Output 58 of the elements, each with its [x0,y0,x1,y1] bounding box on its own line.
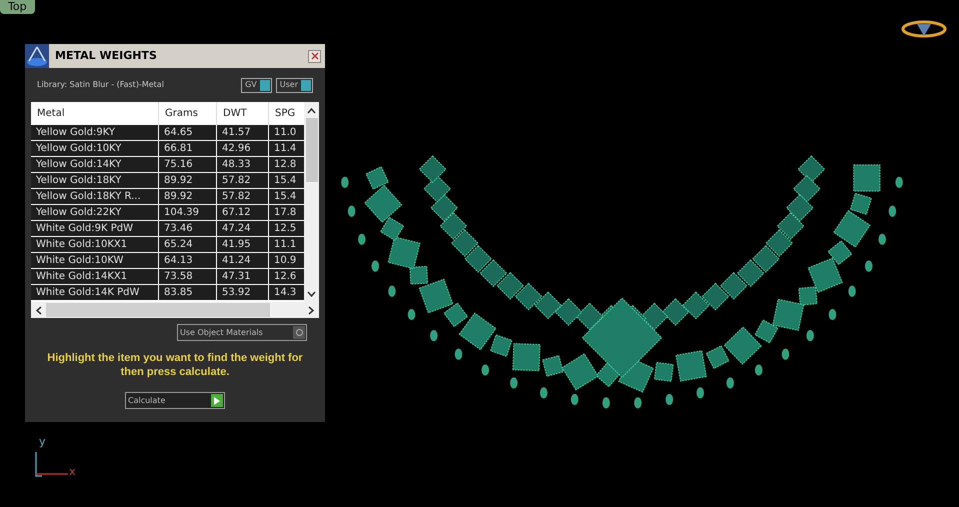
table-cell: 73.46 [159,221,217,236]
library-label: Library: Satin Blur - (Fast)-Metal [37,79,165,91]
table-cell: 83.85 [159,285,217,300]
table-cell: 57.82 [217,173,269,188]
table-cell: 48.33 [217,157,269,172]
table-cell: 66.81 [159,141,217,156]
table-cell: White Gold:14K PdW [31,285,159,300]
table-cell: 64.65 [159,125,217,140]
table-cell: 47.24 [217,221,269,236]
scroll-right-icon [308,306,315,314]
table-cell: 53.92 [217,285,269,300]
axis-x-label: x [69,466,76,477]
gizmo-icon [900,18,948,40]
table-cell: 104.39 [159,205,217,220]
viewport-label[interactable]: Top [0,0,35,14]
axis-icon [34,450,42,478]
scrollbar-thumb[interactable] [306,118,318,182]
table-cell: Yellow Gold:10KY [31,141,159,156]
table-cell: Yellow Gold:22KY [31,205,159,220]
toggle-button[interactable]: User [276,78,313,92]
calculate-button[interactable]: Calculate [125,392,225,409]
table-cell: Yellow Gold:18KY [31,173,159,188]
table-cell: 75.16 [159,157,217,172]
table-cell: 41.57 [217,125,269,140]
scroll-left-icon [35,306,42,314]
close-icon [310,52,318,60]
table-cell: 67.12 [217,205,269,220]
scale-icon [25,44,49,68]
table-cell: Yellow Gold:9KY [31,125,159,140]
axis-y-label: y [39,436,46,447]
table-cell: 47.31 [217,269,269,284]
scroll-up-icon [307,107,316,114]
horizontal-scrollbar[interactable] [31,302,319,318]
table-cell: 42.96 [217,141,269,156]
table-cell: White Gold:10KW [31,253,159,268]
table-cell: White Gold:10KX1 [31,237,159,252]
toggle-button[interactable]: GV [241,78,272,92]
window-title: METAL WEIGHTS [55,48,157,64]
axis-x-line [36,472,68,476]
vertical-scrollbar[interactable] [304,102,319,302]
table-cell: White Gold:9K PdW [31,221,159,236]
table-cell: 89.92 [159,173,217,188]
use-object-materials-button[interactable]: Use Object Materials [177,324,307,341]
play-icon [214,396,220,404]
instruction-text: Highlight the item you want to find the weight for then press calculate. [46,351,304,379]
table-cell: 65.24 [159,237,217,252]
table-cell: 41.95 [217,237,269,252]
table-cell: 64.13 [159,253,217,268]
table-cell: Yellow Gold:14KY [31,157,159,172]
scroll-down-icon [307,291,316,298]
table-cell: Yellow Gold:18KY R... [31,189,159,204]
scrollbar-thumb[interactable] [46,303,270,317]
table-cell: 89.92 [159,189,217,204]
table-cell: White Gold:14KX1 [31,269,159,284]
table-cell: 57.82 [217,189,269,204]
table-cell: 73.58 [159,269,217,284]
close-button[interactable] [308,50,321,62]
table-cell: 41.24 [217,253,269,268]
